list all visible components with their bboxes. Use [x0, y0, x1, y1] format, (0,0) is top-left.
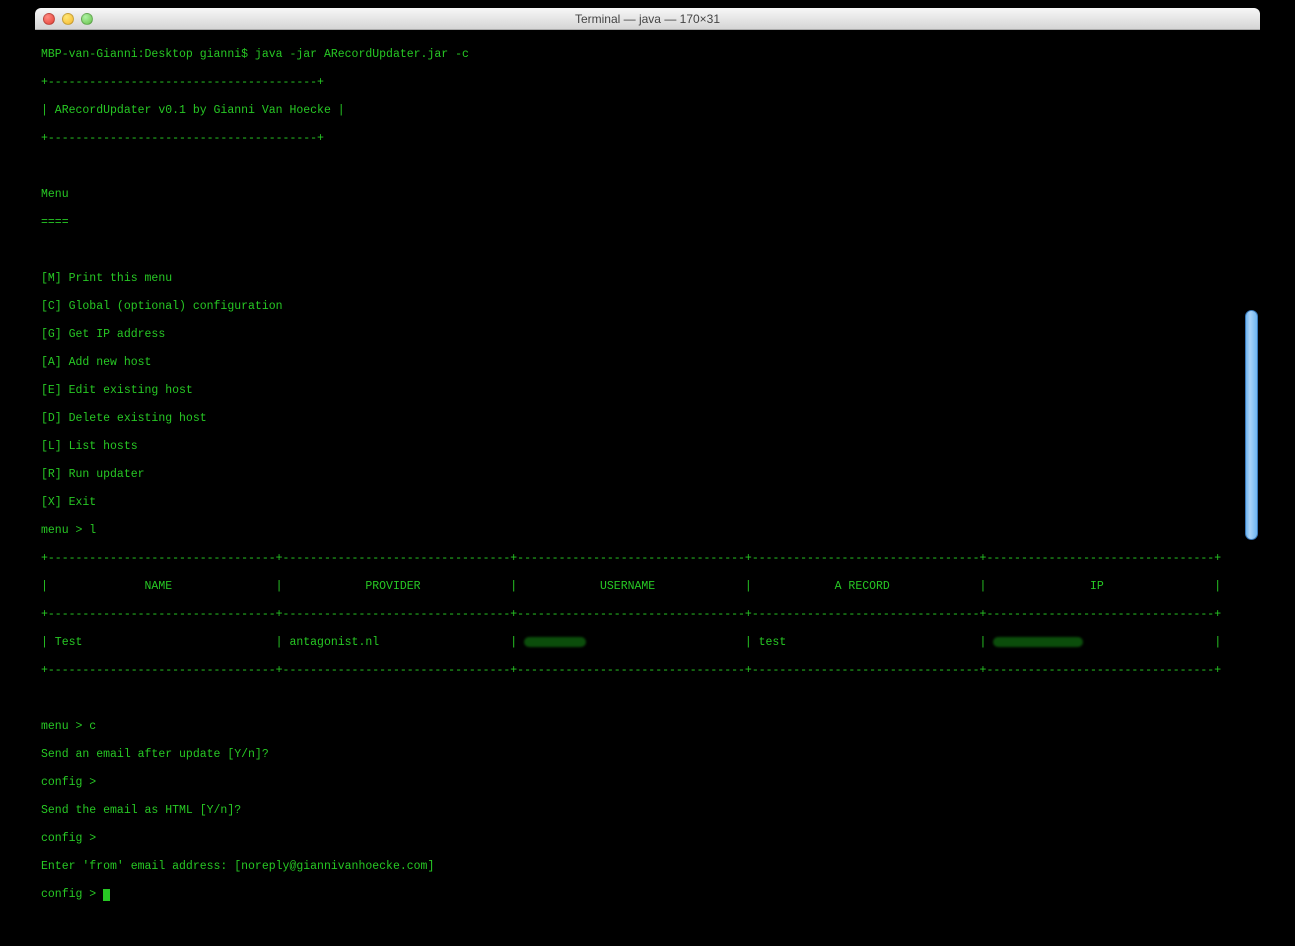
- menu-underline: ====: [41, 216, 1254, 230]
- config-prompt: config >: [41, 776, 1254, 790]
- menu-item: [E] Edit existing host: [41, 384, 1254, 398]
- config-question: Send the email as HTML [Y/n]?: [41, 804, 1254, 818]
- menu-title: Menu: [41, 188, 1254, 202]
- menu-item: [R] Run updater: [41, 468, 1254, 482]
- header-border: +---------------------------------------…: [41, 76, 1254, 90]
- close-button[interactable]: [43, 13, 55, 25]
- traffic-lights: [35, 13, 93, 25]
- header-title: | ARecordUpdater v0.1 by Gianni Van Hoec…: [41, 104, 1254, 118]
- table-border: +---------------------------------+-----…: [41, 664, 1254, 678]
- redacted-ip: [993, 637, 1083, 647]
- config-question: Send an email after update [Y/n]?: [41, 748, 1254, 762]
- config-prompt: config >: [41, 888, 1254, 902]
- menu-item: [C] Global (optional) configuration: [41, 300, 1254, 314]
- header-border: +---------------------------------------…: [41, 132, 1254, 146]
- table-border: +---------------------------------+-----…: [41, 552, 1254, 566]
- menu-item: [D] Delete existing host: [41, 412, 1254, 426]
- menu-item: [L] List hosts: [41, 440, 1254, 454]
- config-question: Enter 'from' email address: [noreply@gia…: [41, 860, 1254, 874]
- table-header: | NAME | PROVIDER | USERNAME | A RECORD …: [41, 580, 1254, 594]
- menu-prompt: menu > c: [41, 720, 1254, 734]
- vertical-scrollbar[interactable]: [1245, 310, 1258, 540]
- config-prompt-text: config >: [41, 888, 103, 901]
- table-border: +---------------------------------+-----…: [41, 608, 1254, 622]
- terminal-window: Terminal — java — 170×31 MBP-van-Gianni:…: [35, 8, 1260, 938]
- table-row: | Test | antagonist.nl | | test | |: [41, 636, 1254, 650]
- cursor: [103, 889, 110, 901]
- menu-prompt: menu > l: [41, 524, 1254, 538]
- zoom-button[interactable]: [81, 13, 93, 25]
- menu-item: [A] Add new host: [41, 356, 1254, 370]
- window-title: Terminal — java — 170×31: [35, 12, 1260, 26]
- menu-item: [G] Get IP address: [41, 328, 1254, 342]
- minimize-button[interactable]: [62, 13, 74, 25]
- menu-item: [X] Exit: [41, 496, 1254, 510]
- redacted-username: [524, 637, 586, 647]
- prompt-line: MBP-van-Gianni:Desktop gianni$ java -jar…: [41, 48, 1254, 62]
- terminal-body[interactable]: MBP-van-Gianni:Desktop gianni$ java -jar…: [35, 30, 1260, 938]
- terminal-output[interactable]: MBP-van-Gianni:Desktop gianni$ java -jar…: [41, 34, 1254, 930]
- menu-item: [M] Print this menu: [41, 272, 1254, 286]
- config-prompt: config >: [41, 832, 1254, 846]
- window-titlebar[interactable]: Terminal — java — 170×31: [35, 8, 1260, 30]
